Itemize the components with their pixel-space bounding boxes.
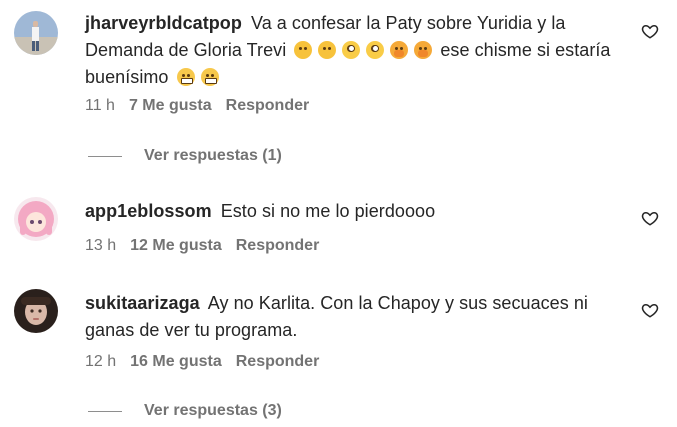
comment-meta: 12 h 16 Me gusta Responder	[85, 353, 319, 371]
view-replies-label: Ver respuestas (1)	[144, 147, 282, 164]
avatar[interactable]	[14, 11, 58, 55]
reply-button[interactable]: Responder	[236, 237, 320, 255]
replies-divider	[88, 155, 122, 157]
heart-outline-icon[interactable]	[641, 301, 659, 319]
comment-time: 11 h	[85, 97, 115, 114]
comment-meta: 13 h 12 Me gusta Responder	[85, 237, 319, 255]
replies-divider	[88, 410, 122, 412]
view-replies-label: Ver respuestas (3)	[144, 402, 282, 419]
avatar-image	[14, 197, 58, 241]
comment-username[interactable]: app1eblossom	[85, 201, 212, 221]
comment-text: jharveyrbldcatpop Va a confesar la Paty …	[85, 10, 625, 91]
thinking-face-emoji	[318, 41, 337, 59]
reply-button[interactable]: Responder	[226, 97, 310, 115]
avatar[interactable]	[14, 197, 58, 241]
comment-body: Esto si no me lo pierdoooo	[220, 201, 436, 221]
comment-time: 13 h	[85, 237, 117, 254]
comment-username[interactable]: jharveyrbldcatpop	[85, 13, 242, 33]
comment-likes[interactable]: 12 Me gusta	[130, 237, 222, 255]
face-with-rolling-eyes-emoji	[342, 41, 361, 59]
avatar-image	[14, 11, 58, 55]
comment-text: sukitaarizaga Ay no Karlita. Con la Chap…	[85, 290, 625, 344]
thinking-face-emoji	[294, 41, 313, 59]
comment-likes[interactable]: 16 Me gusta	[130, 353, 222, 371]
grimacing-face-emoji	[176, 68, 195, 86]
heart-outline-icon[interactable]	[641, 209, 659, 227]
grimacing-face-emoji	[200, 68, 219, 86]
face-with-hand-over-mouth-emoji	[414, 41, 433, 59]
view-replies-button[interactable]: Ver respuestas (3)	[88, 402, 282, 420]
reply-button[interactable]: Responder	[236, 353, 320, 371]
avatar[interactable]	[14, 289, 58, 333]
comment-text: app1eblossom Esto si no me lo pierdoooo	[85, 198, 625, 225]
face-with-rolling-eyes-emoji	[366, 41, 385, 59]
heart-outline-icon[interactable]	[641, 22, 659, 40]
comment-meta: 11 h 7 Me gusta Responder	[85, 97, 309, 115]
comment-likes[interactable]: 7 Me gusta	[129, 97, 212, 115]
avatar-image	[14, 289, 58, 333]
comment-time: 12 h	[85, 353, 117, 370]
comment-username[interactable]: sukitaarizaga	[85, 293, 200, 313]
face-with-hand-over-mouth-emoji	[390, 41, 409, 59]
view-replies-button[interactable]: Ver respuestas (1)	[88, 147, 282, 165]
